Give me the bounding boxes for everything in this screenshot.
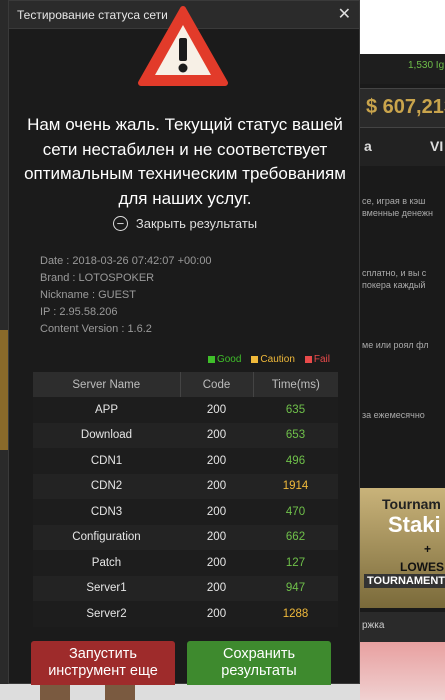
table-row: Server2 200 1288: [33, 601, 338, 627]
server-name-cell: Patch: [33, 550, 180, 576]
time-cell: 635: [253, 397, 338, 423]
banner-text: Tournam: [382, 496, 441, 512]
background-jackpot: $ 607,213: [366, 96, 445, 118]
background-text: ме или роял фл: [362, 340, 429, 350]
connection-info: Date : 2018-03-26 07:42:07 +00:00 Brand …: [40, 253, 212, 338]
table-header-row: Server Name Code Time(ms): [33, 372, 338, 397]
table-row: Patch 200 127: [33, 550, 338, 576]
time-cell: 470: [253, 499, 338, 525]
table-row: CDN1 200 496: [33, 448, 338, 474]
warning-icon: [138, 6, 228, 86]
server-name-cell: Server1: [33, 575, 180, 601]
background-text: за ежемесячно: [362, 410, 425, 420]
info-nickname: Nickname : GUEST: [40, 289, 136, 301]
column-header-server-name: Server Name: [33, 372, 181, 397]
good-square-icon: [207, 356, 215, 363]
column-header-time: Time(ms): [253, 372, 338, 397]
code-cell: 200: [180, 575, 253, 601]
server-name-cell: CDN3: [33, 499, 180, 525]
banner-text: Staki: [388, 512, 441, 537]
background-footer-text[interactable]: ржка: [362, 620, 384, 631]
background-text: вменные денежн: [362, 208, 433, 218]
network-status-dialog: Тестирование статуса сети ✕ Нам очень жа…: [8, 0, 361, 685]
background-text: сплатно, и вы с: [362, 268, 427, 278]
code-cell: 200: [180, 397, 253, 423]
info-ip: IP : 2.95.58.206: [40, 306, 118, 318]
time-cell: 1914: [253, 473, 338, 499]
server-name-cell: CDN2: [33, 473, 180, 499]
code-cell: 200: [180, 499, 253, 525]
table-row: CDN2 200 1914: [33, 473, 338, 499]
status-message: Нам очень жаль. Текущий статус вашей сет…: [24, 115, 346, 208]
caution-square-icon: [251, 356, 259, 363]
time-cell: 1288: [253, 601, 338, 627]
info-version: Content Version : 1.6.2: [40, 323, 152, 335]
background-tab-left[interactable]: a: [364, 138, 372, 154]
table-row: Download 200 653: [33, 422, 338, 448]
server-name-cell: APP: [33, 397, 180, 423]
status-legend: Good Caution Fail: [207, 354, 330, 365]
legend-fail: Fail: [304, 354, 330, 365]
fail-square-icon: [304, 356, 312, 363]
banner-text: TOURNAMENT: [364, 574, 445, 588]
table-row: APP 200 635: [33, 397, 338, 423]
code-cell: 200: [180, 550, 253, 576]
legend-good: Good: [207, 354, 242, 365]
table-row: Server1 200 947: [33, 575, 338, 601]
legend-caution-label: Caution: [260, 354, 295, 365]
time-cell: 127: [253, 550, 338, 576]
collapse-results-label: Закрыть результаты: [135, 216, 258, 231]
avatar[interactable]: [40, 684, 70, 700]
legend-good-label: Good: [216, 354, 242, 365]
banner-text: LOWES: [400, 560, 444, 574]
banner-text: +: [424, 542, 432, 556]
server-name-cell: Configuration: [33, 524, 180, 550]
avatar[interactable]: [105, 684, 135, 700]
background-left-image: [0, 330, 8, 450]
code-cell: 200: [180, 524, 253, 550]
close-icon[interactable]: ✕: [338, 6, 351, 23]
collapse-results-button[interactable]: − Закрыть результаты: [9, 216, 361, 231]
background-text: се, играя в кэш: [362, 196, 426, 206]
minus-circle-icon: −: [112, 216, 128, 231]
server-name-cell: Server2: [33, 601, 180, 627]
time-cell: 653: [253, 422, 338, 448]
code-cell: 200: [180, 448, 253, 474]
info-date: Date : 2018-03-26 07:42:07 +00:00: [40, 255, 212, 267]
time-cell: 496: [253, 448, 338, 474]
table-row: CDN3 200 470: [33, 499, 338, 525]
table-row: Configuration 200 662: [33, 524, 338, 550]
save-results-button[interactable]: Сохранить результаты: [187, 641, 331, 685]
legend-fail-label: Fail: [313, 354, 330, 365]
time-cell: 947: [253, 575, 338, 601]
info-brand: Brand : LOTOSPOKER: [40, 272, 155, 284]
column-header-code: Code: [180, 372, 254, 397]
background-text: покера каждый: [362, 280, 426, 290]
background-tab-right[interactable]: VI: [430, 138, 443, 154]
retry-button[interactable]: Запустить инструмент еще: [31, 641, 175, 685]
server-results-table: Server Name Code Time(ms) APP 200 635 Downl…: [33, 372, 338, 627]
background-small-text: 1,530 Ig: [408, 60, 445, 71]
code-cell: 200: [180, 422, 253, 448]
server-name-cell: Download: [33, 422, 180, 448]
code-cell: 200: [180, 473, 253, 499]
code-cell: 200: [180, 601, 253, 627]
legend-caution: Caution: [251, 354, 295, 365]
server-name-cell: CDN1: [33, 448, 180, 474]
time-cell: 662: [253, 524, 338, 550]
